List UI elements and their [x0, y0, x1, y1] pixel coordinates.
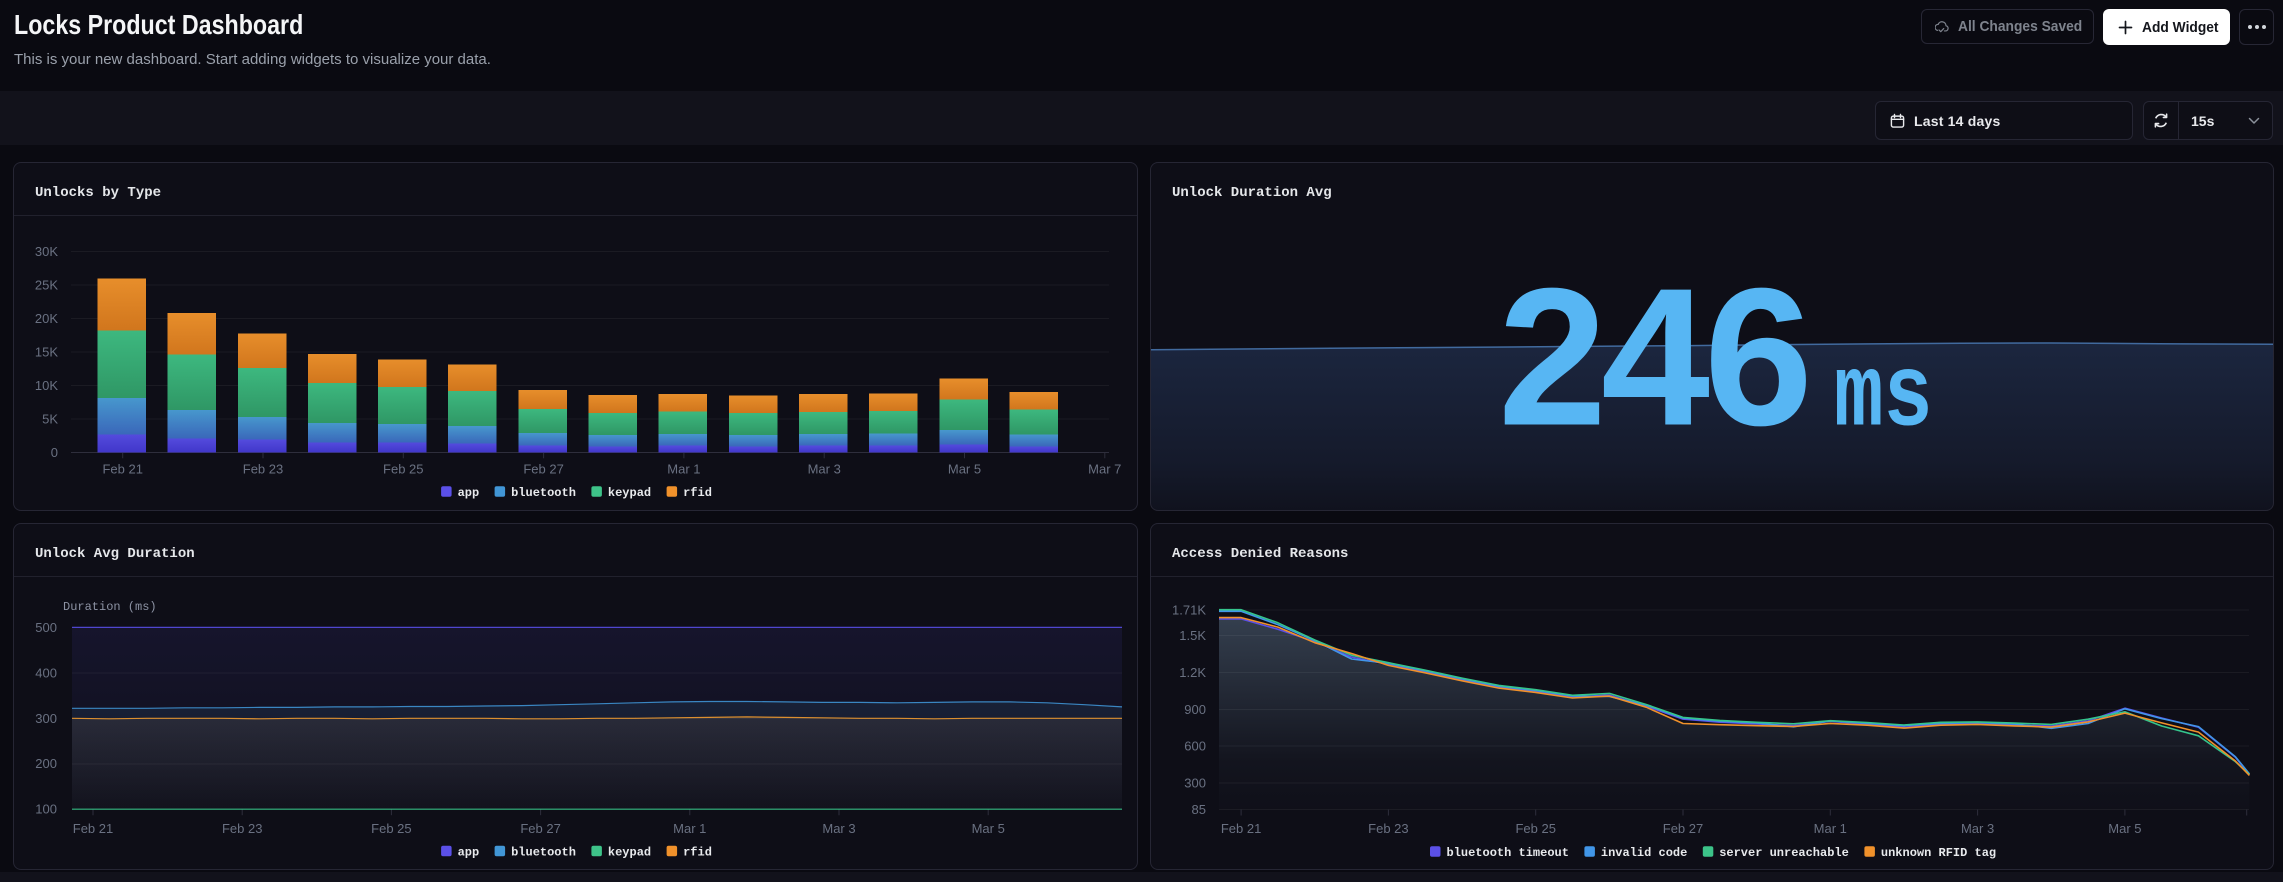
svg-text:0: 0	[51, 445, 58, 460]
svg-text:invalid code: invalid code	[1601, 846, 1687, 860]
svg-text:85: 85	[1192, 802, 1206, 817]
svg-text:Mar 1: Mar 1	[673, 821, 706, 836]
svg-text:ms: ms	[1834, 339, 1933, 456]
svg-text:5K: 5K	[42, 411, 58, 426]
svg-text:rfid: rfid	[683, 486, 712, 500]
svg-text:Duration (ms): Duration (ms)	[63, 600, 157, 614]
svg-text:Feb 25: Feb 25	[1515, 821, 1555, 836]
svg-text:bluetooth timeout: bluetooth timeout	[1447, 846, 1569, 860]
svg-text:Mar 5: Mar 5	[948, 462, 981, 477]
svg-text:900: 900	[1184, 702, 1206, 717]
svg-text:Feb 23: Feb 23	[222, 821, 262, 836]
svg-text:Feb 27: Feb 27	[520, 821, 560, 836]
svg-text:15K: 15K	[35, 345, 58, 360]
svg-text:bluetooth: bluetooth	[511, 845, 576, 859]
svg-text:500: 500	[35, 620, 57, 635]
svg-text:keypad: keypad	[608, 486, 651, 500]
svg-text:1.5K: 1.5K	[1179, 628, 1206, 643]
svg-text:Mar 5: Mar 5	[2108, 821, 2141, 836]
svg-text:Feb 21: Feb 21	[102, 462, 142, 477]
svg-text:app: app	[458, 845, 480, 859]
svg-text:200: 200	[35, 756, 57, 771]
svg-text:Feb 23: Feb 23	[243, 462, 283, 477]
svg-text:Mar 3: Mar 3	[1961, 821, 1994, 836]
svg-text:Access Denied Reasons: Access Denied Reasons	[1172, 546, 1348, 562]
svg-text:Unlock Duration Avg: Unlock Duration Avg	[1172, 185, 1332, 201]
svg-text:100: 100	[35, 802, 57, 817]
svg-text:Mar 3: Mar 3	[808, 462, 841, 477]
svg-text:bluetooth: bluetooth	[511, 486, 576, 500]
svg-text:30K: 30K	[35, 244, 58, 259]
svg-text:246: 246	[1498, 248, 1807, 467]
svg-text:Feb 25: Feb 25	[383, 462, 423, 477]
svg-text:Feb 25: Feb 25	[371, 821, 411, 836]
svg-text:Mar 5: Mar 5	[972, 821, 1005, 836]
svg-text:1.71K: 1.71K	[1172, 602, 1206, 617]
svg-text:400: 400	[35, 665, 57, 680]
svg-text:Mar 3: Mar 3	[822, 821, 855, 836]
svg-text:unknown RFID tag: unknown RFID tag	[1881, 846, 1996, 860]
svg-text:20K: 20K	[35, 311, 58, 326]
svg-text:10K: 10K	[35, 378, 58, 393]
svg-text:keypad: keypad	[608, 845, 651, 859]
svg-text:300: 300	[1184, 776, 1206, 791]
svg-text:server unreachable: server unreachable	[1719, 846, 1849, 860]
svg-text:Mar 1: Mar 1	[667, 462, 700, 477]
svg-text:rfid: rfid	[683, 845, 712, 859]
svg-text:Feb 27: Feb 27	[523, 462, 563, 477]
svg-text:Feb 21: Feb 21	[1221, 821, 1261, 836]
svg-text:1.2K: 1.2K	[1179, 665, 1206, 680]
svg-text:Feb 21: Feb 21	[73, 821, 113, 836]
svg-text:300: 300	[35, 711, 57, 726]
svg-text:app: app	[458, 486, 480, 500]
svg-text:25K: 25K	[35, 278, 58, 293]
svg-text:Feb 27: Feb 27	[1663, 821, 1703, 836]
svg-text:Mar 7: Mar 7	[1088, 462, 1121, 477]
svg-text:Unlocks by Type: Unlocks by Type	[35, 185, 161, 201]
svg-text:Mar 1: Mar 1	[1814, 821, 1847, 836]
svg-text:600: 600	[1184, 739, 1206, 754]
svg-text:Feb 23: Feb 23	[1368, 821, 1408, 836]
svg-text:Unlock Avg Duration: Unlock Avg Duration	[35, 546, 195, 562]
